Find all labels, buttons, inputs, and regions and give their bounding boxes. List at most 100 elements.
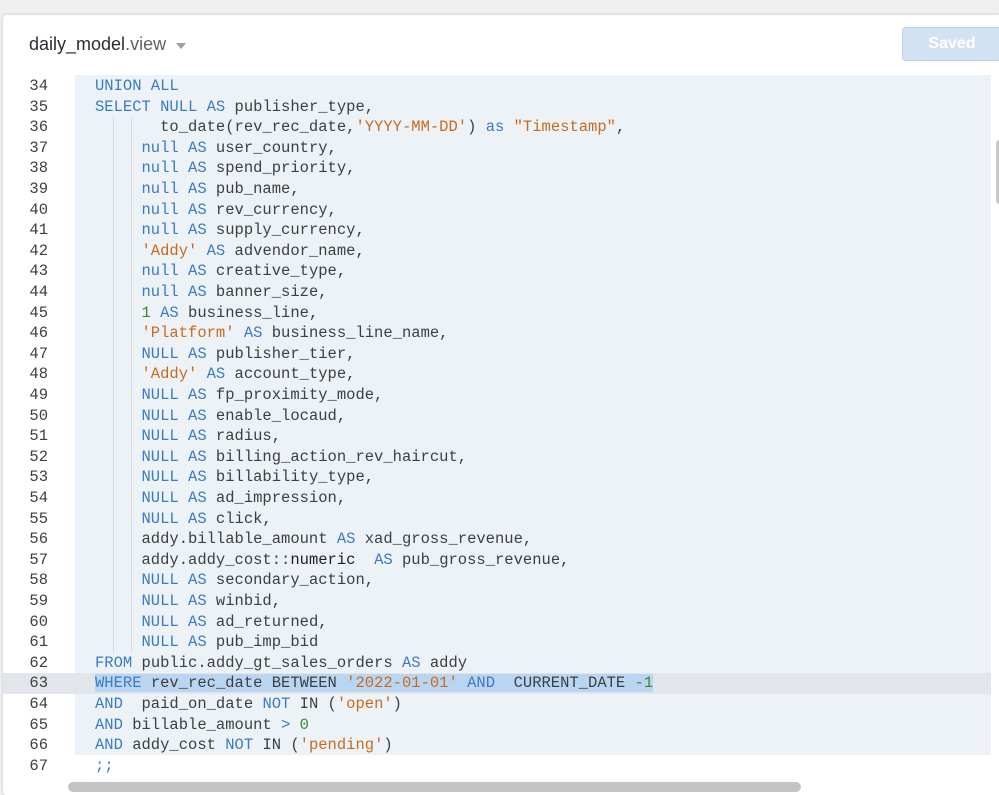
code-token: 'open' (336, 695, 393, 713)
code-line[interactable]: 63 WHERE rev_rec_date BETWEEN '2022-01-01… (3, 673, 991, 694)
code-line[interactable]: 58 NULL AS secondary_action, (3, 570, 991, 591)
line-code: NULL AS publisher_tier, (95, 344, 356, 365)
code-line[interactable]: 66 AND addy_cost NOT IN ('pending') (3, 735, 991, 756)
code-line[interactable]: 53 NULL AS billability_type, (3, 467, 991, 488)
code-line[interactable]: 67;; (3, 756, 991, 777)
code-line[interactable]: 42 'Addy' AS advendor_name, (3, 240, 991, 262)
code-line[interactable]: 64 AND paid_on_date NOT IN ('open') (3, 694, 991, 715)
line-code: AND paid_on_date NOT IN ('open') (95, 694, 402, 715)
line-number: 37 (29, 138, 48, 157)
line-number: 62 (29, 653, 48, 672)
code-line[interactable]: 45 1 AS business_line, (3, 302, 991, 324)
code-token: > (281, 715, 291, 734)
line-number: 34 (29, 77, 48, 95)
line-number: 42 (29, 241, 48, 260)
code-line[interactable]: 56 addy.billable_amount AS xad_gross_rev… (3, 529, 991, 550)
code-line[interactable]: 52 NULL AS billing_action_rev_haircut, (3, 446, 991, 468)
code-token: addy (420, 653, 468, 672)
code-token: ) (383, 736, 393, 755)
code-line[interactable]: 43 null AS creative_type, (3, 261, 991, 282)
code-token: AS (197, 365, 226, 384)
code-line[interactable]: 47 NULL AS publisher_tier, (3, 343, 991, 365)
code-line[interactable]: 50 NULL AS enable_locaud, (3, 405, 991, 427)
code-token: AS (150, 303, 179, 322)
file-extension: .view (125, 34, 167, 54)
code-line[interactable]: 35 SELECT NULL AS publisher_type, (3, 97, 991, 118)
code-line[interactable]: 62 FROM public.addy_gt_sales_orders AS ad… (3, 653, 991, 674)
code-line[interactable]: 55 NULL AS click, (3, 508, 991, 530)
code-token: as (485, 118, 505, 137)
code-token: AS (234, 324, 263, 343)
code-line[interactable]: 46 'Platform' AS business_line_name, (3, 323, 991, 344)
line-code: null AS supply_currency, (95, 220, 365, 241)
code-line[interactable]: 61 NULL AS pub_imp_bid (3, 632, 991, 653)
code-token: null AS (95, 283, 207, 301)
code-editor[interactable]: 34 UNION ALL 35 SELECT NULL AS publisher_ty… (3, 75, 991, 777)
code-line[interactable]: 41 null AS supply_currency, (3, 220, 991, 241)
line-number: 51 (29, 427, 48, 446)
line-code: to_date(rev_rec_date,'YYYY-MM-DD') as "T… (95, 117, 625, 138)
code-line[interactable]: 65 AND billable_amount > 0 (3, 715, 991, 736)
code-token: ad_returned, (206, 612, 328, 631)
code-line[interactable]: 38 null AS spend_priority, (3, 158, 991, 179)
line-code: NULL AS enable_locaud, (95, 406, 347, 427)
line-code: ;; (95, 756, 114, 777)
code-token: -1 (634, 674, 654, 693)
code-line[interactable]: 37 null AS user_country, (3, 137, 991, 159)
code-token: addy_cost (122, 736, 226, 755)
code-token: user_country, (206, 138, 337, 157)
caret-down-icon[interactable] (176, 42, 187, 49)
code-line[interactable]: 48 'Addy' AS account_type, (3, 364, 991, 385)
code-token: AND (95, 695, 123, 713)
line-number: 65 (29, 715, 48, 734)
code-token: click, (206, 509, 272, 528)
code-line[interactable]: 51 NULL AS radius, (3, 426, 991, 447)
line-number: 40 (29, 200, 48, 219)
line-code: NULL AS winbid, (95, 591, 282, 612)
code-line[interactable]: 39 null AS pub_name, (3, 179, 991, 200)
code-token: '2022-01-01' (346, 674, 458, 693)
code-line[interactable]: 44 null AS banner_size, (3, 282, 991, 303)
code-line[interactable]: 60 NULL AS ad_returned, (3, 611, 991, 633)
line-code: NULL AS pub_imp_bid (95, 632, 319, 653)
line-code: NULL AS billing_action_rev_haircut, (95, 447, 468, 468)
line-number: 44 (29, 283, 48, 301)
code-token: NULL AS (95, 612, 207, 631)
line-number: 57 (29, 550, 48, 569)
code-token: winbid, (206, 592, 282, 610)
line-number: 46 (29, 324, 48, 343)
code-token: ) (467, 118, 486, 137)
code-line[interactable]: 57 addy.addy_cost::numeric AS pub_gross_… (3, 549, 991, 571)
line-code: 'Addy' AS advendor_name, (95, 241, 365, 262)
code-line[interactable]: 40 null AS rev_currency, (3, 199, 991, 221)
line-number: 54 (29, 489, 48, 507)
code-token: pub_gross_revenue, (392, 550, 570, 569)
code-line[interactable]: 34 UNION ALL (3, 76, 991, 97)
file-selector[interactable]: daily_model .view (29, 34, 187, 55)
code-line[interactable]: 49 NULL AS fp_proximity_mode, (3, 385, 991, 406)
code-line[interactable]: 59 NULL AS winbid, (3, 591, 991, 612)
code-line[interactable]: 68 (3, 776, 991, 777)
line-number: 47 (29, 344, 48, 363)
line-code: NULL AS fp_proximity_mode, (95, 385, 384, 406)
editor-header: daily_model .view Saved (3, 15, 999, 75)
line-code: null AS pub_name, (95, 179, 300, 200)
code-token: null AS (95, 180, 207, 198)
line-code: null AS user_country, (95, 138, 337, 159)
line-code: NULL AS radius, (95, 426, 282, 447)
code-line[interactable]: 36 to_date(rev_rec_date,'YYYY-MM-DD') as… (3, 117, 991, 138)
code-token: NULL AS (95, 468, 207, 487)
line-code: null AS rev_currency, (95, 200, 337, 221)
line-number: 64 (29, 695, 48, 713)
code-token: AND (95, 715, 123, 734)
code-token: numeric (290, 550, 356, 569)
saved-button[interactable]: Saved (902, 27, 999, 61)
horizontal-scrollbar[interactable] (68, 782, 801, 792)
code-token: NOT (225, 736, 254, 755)
code-token: NULL AS (95, 447, 207, 466)
code-line[interactable]: 54 NULL AS ad_impression, (3, 488, 991, 509)
line-number: 41 (29, 221, 48, 240)
editor-panel: daily_model .view Saved 34 UNION ALL 35 SELE… (3, 15, 999, 795)
code-token: NULL AS (95, 406, 207, 425)
